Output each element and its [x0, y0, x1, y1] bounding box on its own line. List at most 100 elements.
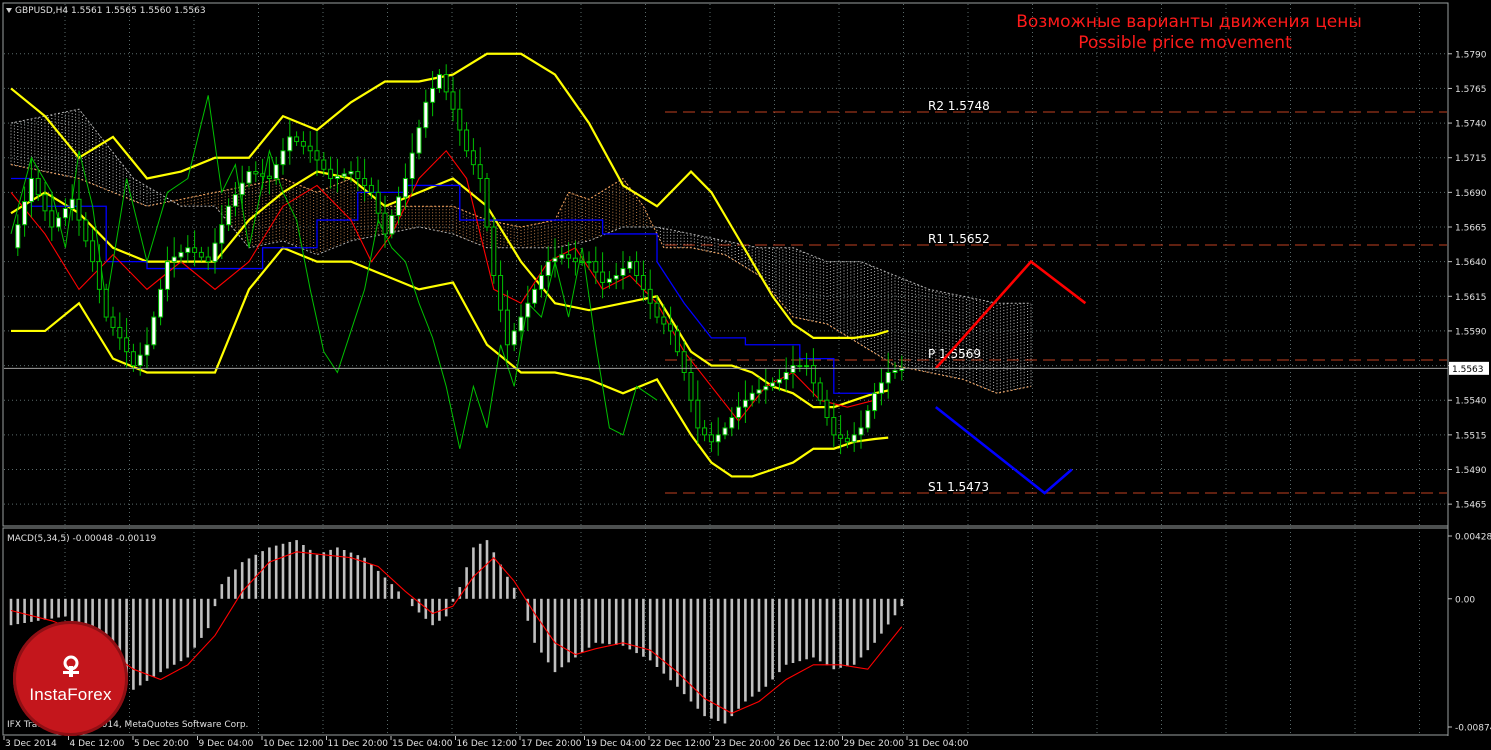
- candle-bull: [722, 427, 728, 436]
- candle-bear: [76, 198, 82, 221]
- candle-bear: [110, 316, 116, 328]
- candle-bear: [634, 261, 640, 276]
- price-tick-label: 1.5590: [1455, 327, 1487, 337]
- trading-chart-window[interactable]: R2 1.5748R1 1.5652P 1.5569S1 1.5473 1.57…: [0, 0, 1491, 750]
- candle-bear: [661, 316, 667, 325]
- candle-bull: [246, 171, 252, 184]
- candle-bull: [341, 173, 347, 177]
- candle-bull: [586, 261, 592, 264]
- candle-bull: [171, 256, 177, 263]
- candle-bull: [212, 242, 218, 263]
- candle-bull: [232, 194, 238, 207]
- candle-bear: [443, 74, 449, 93]
- candle-bear: [321, 159, 327, 170]
- candle-bear: [42, 194, 48, 212]
- candle-bull: [219, 224, 225, 244]
- macd-header: MACD(5,34,5) -0.00048 -0.00119: [7, 534, 157, 544]
- current-price-marker: 1.5563: [4, 361, 1489, 375]
- macd-indicator: [9, 540, 904, 724]
- candle-bear: [205, 256, 211, 263]
- candle-bear: [572, 257, 578, 263]
- candle-bull: [878, 382, 884, 394]
- chart-menu-triangle-icon[interactable]: [6, 8, 12, 13]
- candle-bull: [62, 208, 68, 219]
- candle-bull: [436, 74, 442, 89]
- price-tick-label: 1.5740: [1455, 120, 1487, 130]
- candle-bear: [702, 427, 708, 436]
- candle-bear: [838, 434, 844, 439]
- candle-bear: [708, 434, 714, 443]
- candle-bull: [334, 175, 340, 179]
- candle-bull: [416, 127, 422, 154]
- candle-bear: [566, 254, 572, 259]
- candle-bear: [647, 288, 653, 304]
- candle-bull: [69, 198, 75, 210]
- candle-bull: [797, 365, 803, 368]
- candle-bear: [314, 150, 320, 161]
- time-tick-label: 29 Dec 20:00: [844, 739, 905, 749]
- candle-bear: [375, 191, 381, 214]
- candle-bear: [844, 437, 850, 443]
- current-price-label: 1.5563: [1452, 365, 1484, 375]
- candle-bull: [715, 434, 721, 443]
- candle-bull: [348, 171, 354, 175]
- candle-bear: [695, 399, 701, 429]
- candle-bull: [742, 399, 748, 408]
- candle-bull: [756, 389, 762, 394]
- candle-bear: [491, 226, 497, 276]
- logo-text: InstaForex: [29, 684, 112, 704]
- instaforex-logo: InstaForex: [13, 621, 128, 736]
- candle-bull: [144, 344, 150, 356]
- candle-bear: [450, 91, 456, 110]
- candle-bear: [382, 212, 388, 235]
- candle-bear: [484, 178, 490, 228]
- price-tick-label: 1.5790: [1455, 50, 1487, 60]
- candle-bear: [668, 323, 674, 332]
- macd-tick-label: 0.00: [1455, 595, 1475, 605]
- candle-bear: [294, 136, 300, 143]
- time-tick-label: 10 Dec 12:00: [263, 739, 324, 749]
- candle-bear: [817, 382, 823, 401]
- time-tick-label: 15 Dec 04:00: [392, 739, 453, 749]
- candle-bull: [776, 378, 782, 384]
- candle-bull: [552, 257, 558, 263]
- candle-bull: [892, 369, 898, 373]
- time-tick-label: 11 Dec 20:00: [328, 739, 389, 749]
- time-tick-label: 22 Dec 12:00: [650, 739, 711, 749]
- candle-bull: [396, 196, 402, 216]
- candle-bull: [158, 288, 164, 318]
- candle-bear: [307, 145, 313, 152]
- candle-bear: [130, 351, 136, 367]
- candle-bull: [865, 410, 871, 429]
- candle-bull: [851, 434, 857, 443]
- candle-bear: [368, 184, 374, 193]
- candle-bull: [273, 164, 279, 179]
- candle-bull: [532, 288, 538, 304]
- candle-bear: [498, 275, 504, 311]
- price-tick-label: 1.5690: [1455, 189, 1487, 199]
- price-scenarios: [934, 259, 1087, 495]
- candle-bull: [409, 152, 415, 180]
- candle-bear: [328, 168, 334, 179]
- price-tick-label: 1.5465: [1455, 501, 1487, 511]
- candle-bear: [477, 164, 483, 179]
- candle-bear: [457, 108, 463, 131]
- candle-bull: [151, 316, 157, 346]
- candle-bear: [464, 129, 470, 152]
- candle-bull: [15, 224, 21, 249]
- candle-bull: [423, 101, 429, 129]
- bollinger-upper-line: [10, 52, 889, 339]
- candle-bull: [763, 385, 769, 391]
- candle-bear: [83, 219, 89, 242]
- price-tick-label: 1.5665: [1455, 224, 1487, 234]
- candle-bear: [260, 173, 266, 177]
- ichimoku-cloud: [10, 108, 1032, 394]
- level-label-r2: R2 1.5748: [928, 99, 990, 113]
- time-tick-label: 3 Dec 2014: [5, 739, 57, 749]
- candle-bull: [627, 261, 633, 270]
- candle-bull: [606, 278, 612, 283]
- candle-bull: [790, 365, 796, 374]
- candle-bull: [389, 214, 395, 235]
- time-tick-label: 19 Dec 04:00: [586, 739, 647, 749]
- candle-bull: [430, 87, 436, 103]
